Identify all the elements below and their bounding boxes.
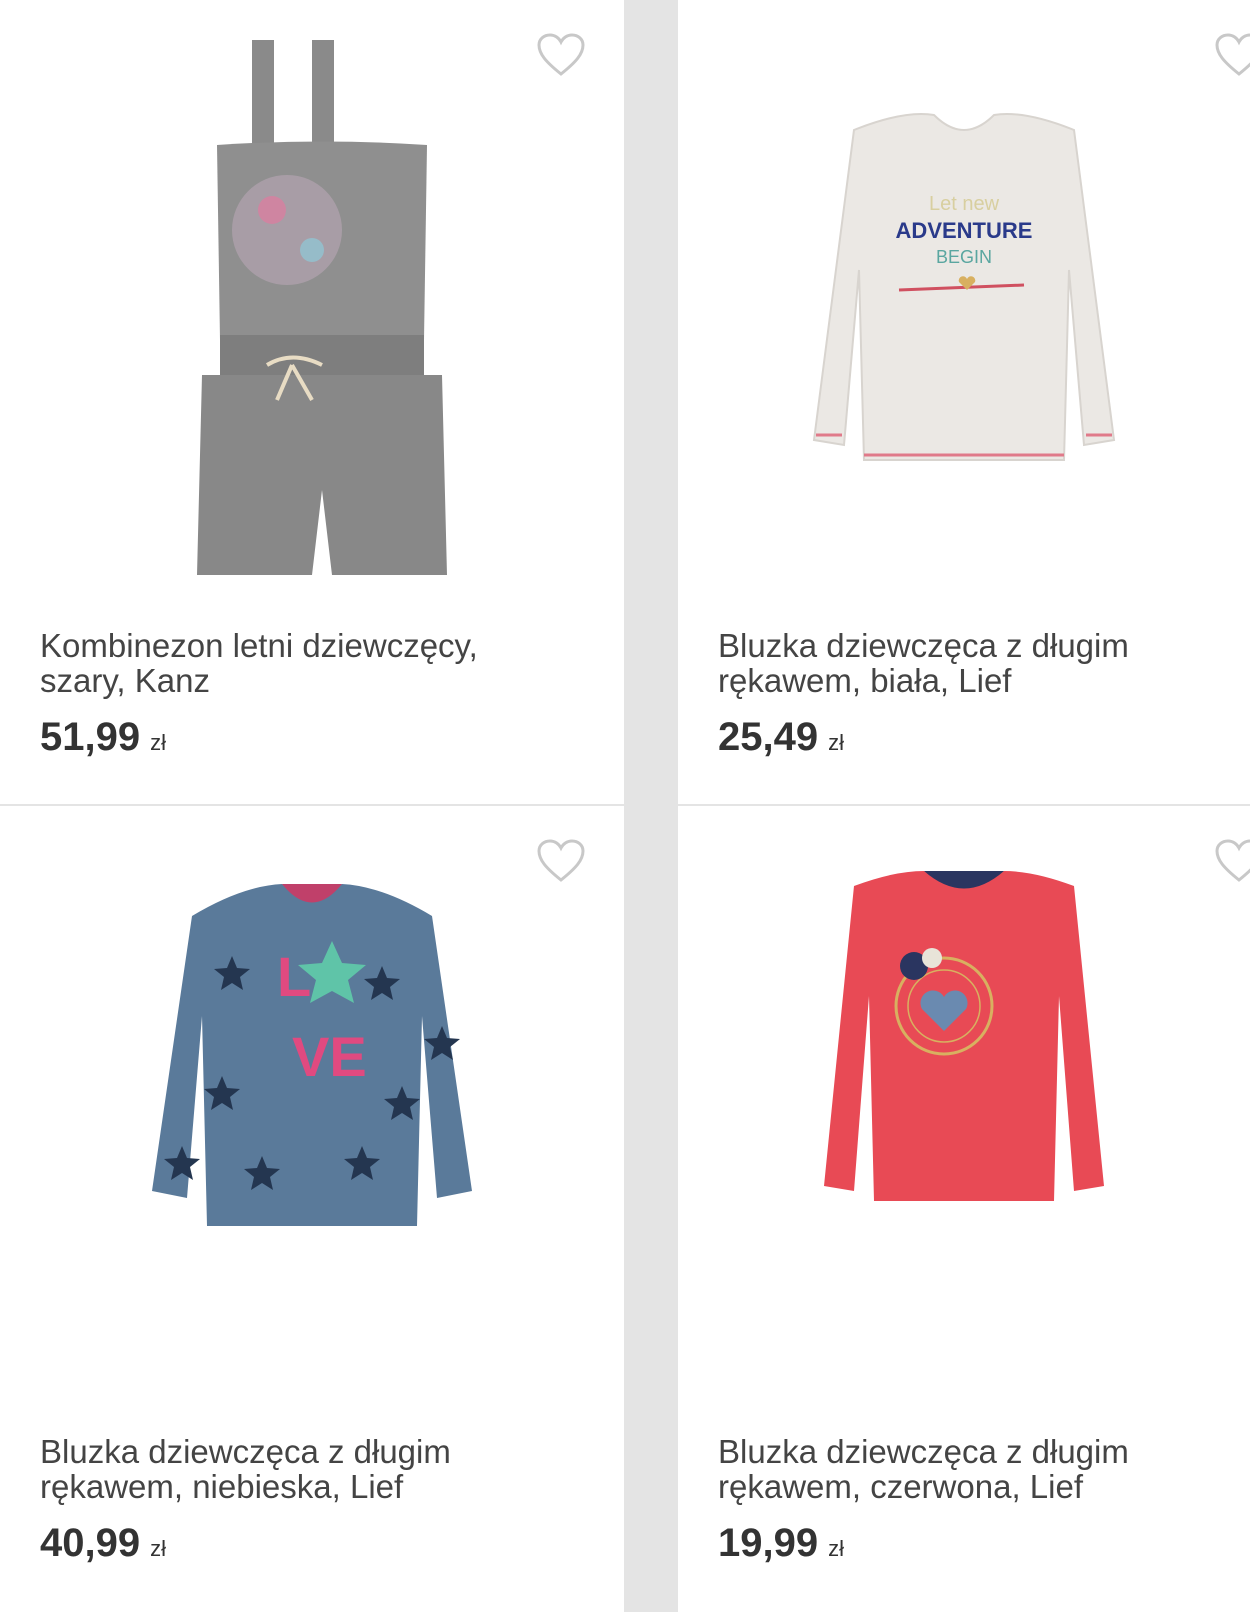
price-currency: zł: [828, 730, 844, 755]
price-amount: 51,99: [40, 715, 141, 759]
blue-star-sweatshirt-image: L VE: [152, 884, 472, 1226]
product-card[interactable]: L VE Bluzka dziewczęca z długim rękawem,…: [0, 806, 624, 1612]
white-longsleeve-image: Let new ADVENTURE BEGIN: [812, 113, 1116, 461]
price-amount: 19,99: [718, 1521, 819, 1565]
product-price: 40,99 zł: [40, 1521, 166, 1566]
product-title[interactable]: Kombinezon letni dziewczęcy, szary, Kanz: [40, 628, 560, 698]
product-title[interactable]: Bluzka dziewczęca z długim rękawem, biał…: [718, 628, 1238, 698]
price-amount: 40,99: [40, 1521, 141, 1565]
red-longsleeve-image: [824, 871, 1104, 1201]
product-card[interactable]: Let new ADVENTURE BEGIN Bluzka dziewczęc…: [678, 0, 1250, 804]
price-amount: 25,49: [718, 715, 819, 759]
price-currency: zł: [150, 1536, 166, 1561]
product-image[interactable]: [678, 826, 1250, 1426]
product-title[interactable]: Bluzka dziewczęca z długim rękawem, czer…: [718, 1434, 1238, 1504]
product-price: 51,99 zł: [40, 715, 166, 760]
product-card[interactable]: Bluzka dziewczęca z długim rękawem, czer…: [678, 806, 1250, 1612]
shirt-print-line: L: [277, 945, 311, 1008]
product-image[interactable]: L VE: [0, 826, 624, 1426]
product-grid: Kombinezon letni dziewczęcy, szary, Kanz…: [0, 0, 1250, 1612]
product-card[interactable]: Kombinezon letni dziewczęcy, szary, Kanz…: [0, 0, 624, 804]
shirt-print-line: ADVENTURE: [896, 218, 1033, 243]
product-price: 25,49 zł: [718, 715, 844, 760]
shirt-print-line: VE: [292, 1025, 367, 1088]
product-price: 19,99 zł: [718, 1521, 844, 1566]
price-currency: zł: [828, 1536, 844, 1561]
product-title[interactable]: Bluzka dziewczęca z długim rękawem, nieb…: [40, 1434, 560, 1504]
price-currency: zł: [150, 730, 166, 755]
product-image[interactable]: [0, 20, 624, 620]
gray-romper-image: [197, 40, 447, 575]
shirt-print-line: BEGIN: [936, 247, 992, 267]
product-image[interactable]: Let new ADVENTURE BEGIN: [678, 20, 1250, 620]
shirt-print-line: Let new: [929, 193, 1000, 215]
